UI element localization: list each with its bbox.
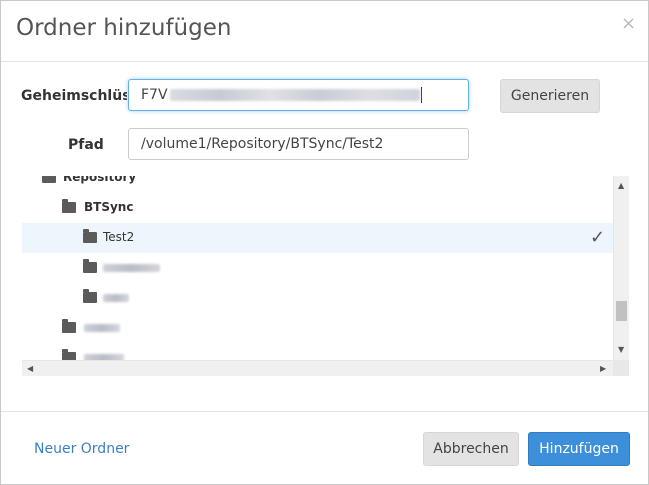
folder-icon	[42, 176, 56, 183]
add-folder-dialog: Ordner hinzufügen × Geheimschlüssel F7V …	[0, 0, 649, 485]
tree-row-label: Repository	[63, 176, 137, 184]
path-label: Pfad	[68, 137, 104, 153]
redacted-secret	[169, 89, 420, 101]
generate-button[interactable]: Generieren	[500, 79, 600, 113]
folder-icon	[62, 319, 76, 333]
scrollbar-corner	[613, 360, 629, 376]
tree-row-redacted[interactable]	[22, 313, 613, 343]
new-folder-link[interactable]: Neuer Ordner	[34, 441, 129, 457]
redacted-label	[84, 324, 120, 332]
redacted-label	[103, 264, 160, 272]
scroll-right-icon[interactable]: ▶	[600, 364, 606, 374]
dialog-title: Ordner hinzufügen	[16, 15, 232, 41]
folder-icon	[62, 199, 76, 213]
folder-tree: Repository BTSync Test2 ✓ ▲ ▼ ◀ ▶	[22, 176, 629, 376]
folder-icon	[83, 289, 97, 303]
add-button[interactable]: Hinzufügen	[528, 432, 630, 466]
tree-row-label: BTSync	[84, 200, 134, 214]
cancel-button[interactable]: Abbrechen	[423, 432, 519, 466]
scroll-left-icon[interactable]: ◀	[27, 364, 33, 374]
redacted-label	[103, 294, 129, 302]
dialog-header: Ordner hinzufügen ×	[1, 1, 648, 62]
vertical-scrollbar[interactable]: ▲ ▼	[613, 176, 629, 360]
tree-row-redacted[interactable]	[22, 283, 613, 313]
close-icon[interactable]: ×	[621, 14, 636, 34]
folder-icon	[83, 229, 97, 243]
secret-key-label: Geheimschlüssel	[21, 88, 127, 104]
tree-row-test2[interactable]: Test2 ✓	[22, 223, 613, 253]
path-input[interactable]: /volume1/Repository/BTSync/Test2	[128, 128, 469, 160]
check-icon: ✓	[590, 227, 606, 248]
scroll-down-icon[interactable]: ▼	[618, 345, 624, 355]
folder-icon	[83, 259, 97, 273]
text-caret	[420, 87, 422, 103]
scroll-thumb[interactable]	[616, 301, 627, 321]
tree-row-label: Test2	[103, 230, 135, 244]
secret-key-value: F7V	[141, 87, 168, 103]
tree-row-btsync[interactable]: BTSync	[22, 193, 613, 223]
scroll-up-icon[interactable]: ▲	[618, 181, 624, 191]
horizontal-scrollbar[interactable]: ◀ ▶	[22, 360, 613, 376]
tree-row-repository[interactable]: Repository	[22, 176, 613, 193]
secret-key-input[interactable]: F7V	[128, 79, 469, 111]
tree-row-redacted[interactable]	[22, 253, 613, 283]
